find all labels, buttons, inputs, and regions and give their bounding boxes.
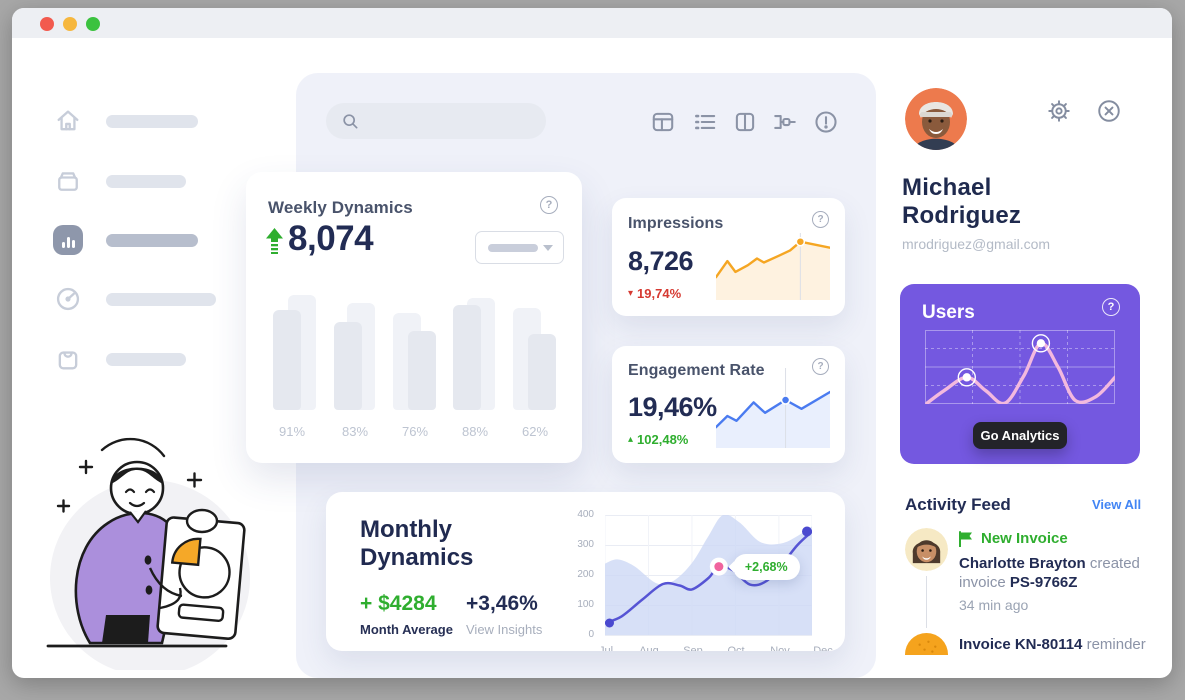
y-tick: 0 bbox=[564, 628, 594, 642]
month-average-label: Month Average bbox=[360, 622, 453, 637]
impressions-sparkline bbox=[716, 233, 830, 300]
nav-label-placeholder bbox=[106, 234, 198, 247]
sidebar-item-home[interactable] bbox=[52, 105, 198, 137]
activity-invoice-id: PS-9766Z bbox=[1010, 574, 1078, 591]
profile-last-name: Rodriguez bbox=[902, 202, 1021, 230]
columns-icon[interactable] bbox=[732, 109, 758, 135]
weekly-bars-chart: 91% 83% 76% 88% 62% bbox=[246, 172, 582, 463]
merge-flow-icon[interactable] bbox=[772, 109, 798, 135]
profile-first-name: Michael bbox=[902, 174, 991, 202]
impressions-delta: 19,74% bbox=[637, 286, 681, 301]
x-tick: Sep bbox=[676, 645, 710, 651]
sidebar-item-performance[interactable] bbox=[52, 283, 216, 315]
month-average-value: + $4284 bbox=[360, 592, 437, 616]
profile-avatar[interactable] bbox=[905, 88, 967, 150]
search-bar[interactable] bbox=[326, 103, 546, 139]
card-title: Users bbox=[922, 302, 975, 324]
y-tick: 400 bbox=[564, 508, 594, 522]
flag-icon bbox=[959, 531, 973, 547]
bar bbox=[334, 322, 362, 410]
engagement-delta: 102,48% bbox=[637, 432, 688, 447]
users-card: Users ? Go Analytics bbox=[900, 284, 1140, 464]
help-icon[interactable]: ? bbox=[812, 211, 829, 228]
activity-badge: New Invoice bbox=[981, 530, 1068, 547]
y-tick: 200 bbox=[564, 568, 594, 582]
nav-label-placeholder bbox=[106, 353, 186, 366]
close-circle-icon[interactable] bbox=[1096, 98, 1122, 124]
engagement-rate-card: Engagement Rate ? 19,46% ▴102,48% bbox=[612, 346, 845, 463]
bar bbox=[273, 310, 301, 410]
settings-gear-icon[interactable] bbox=[1046, 98, 1072, 124]
bar bbox=[528, 334, 556, 410]
activity-timestamp: 34 min ago bbox=[959, 597, 1028, 613]
impressions-value: 8,726 bbox=[628, 246, 693, 277]
nav-label-placeholder bbox=[106, 293, 216, 306]
search-icon bbox=[340, 111, 360, 131]
view-all-link[interactable]: View All bbox=[1092, 497, 1141, 512]
card-title: Impressions bbox=[628, 215, 723, 233]
x-tick: Aug bbox=[632, 645, 666, 651]
y-tick: 100 bbox=[564, 598, 594, 612]
sidebar-item-shop[interactable] bbox=[52, 343, 186, 375]
go-analytics-button[interactable]: Go Analytics bbox=[973, 422, 1067, 449]
x-tick: Dec bbox=[806, 645, 840, 651]
down-triangle-icon: ▾ bbox=[628, 288, 633, 299]
window-titlebar bbox=[12, 8, 1172, 38]
bar bbox=[453, 305, 481, 410]
close-button[interactable] bbox=[40, 17, 54, 31]
x-tick: Nov bbox=[763, 645, 797, 651]
timeline-connector bbox=[926, 576, 927, 628]
up-triangle-icon: ▴ bbox=[628, 434, 633, 445]
bar-percentage-label: 83% bbox=[333, 424, 377, 439]
sidebar-item-analytics[interactable] bbox=[52, 224, 198, 256]
users-wave-chart bbox=[925, 330, 1115, 404]
engagement-sparkline bbox=[716, 368, 830, 448]
bar-percentage-label: 88% bbox=[453, 424, 497, 439]
bar-chart-icon bbox=[52, 224, 84, 256]
view-insights-link[interactable]: View Insights bbox=[466, 622, 542, 637]
activity-avatar bbox=[905, 528, 948, 571]
sidebar-item-archive[interactable] bbox=[52, 165, 186, 197]
help-icon[interactable]: ? bbox=[1102, 298, 1120, 316]
minimize-button[interactable] bbox=[63, 17, 77, 31]
datapoint-tooltip: +2,68% bbox=[733, 554, 800, 580]
nav-label-placeholder bbox=[106, 115, 198, 128]
nav-label-placeholder bbox=[106, 175, 186, 188]
activity-avatar bbox=[905, 633, 948, 655]
card-title-line2: Dynamics bbox=[360, 544, 473, 572]
zoom-button[interactable] bbox=[86, 17, 100, 31]
bar bbox=[408, 331, 436, 410]
x-tick: Oct bbox=[719, 645, 753, 651]
desktop-background: Weekly Dynamics ? 8,074 91%83%76%88%62% … bbox=[0, 0, 1185, 700]
insights-value: +3,46% bbox=[466, 592, 538, 616]
home-icon bbox=[52, 105, 84, 137]
profile-email: mrodriguez@gmail.com bbox=[902, 236, 1050, 252]
activity-actor: Charlotte Brayton bbox=[959, 555, 1086, 572]
activity-object-prefix: invoice bbox=[959, 574, 1006, 591]
activity-action: created bbox=[1090, 555, 1140, 572]
bar-percentage-label: 62% bbox=[513, 424, 557, 439]
impressions-card: Impressions ? 8,726 ▾ 19,74% bbox=[612, 198, 845, 316]
app-window: Weekly Dynamics ? 8,074 91%83%76%88%62% … bbox=[12, 8, 1172, 678]
bar-percentage-label: 76% bbox=[393, 424, 437, 439]
card-title-line1: Monthly bbox=[360, 516, 473, 544]
archive-box-icon bbox=[52, 165, 84, 197]
activity-invoice-id: Invoice KN-80114 bbox=[959, 636, 1082, 653]
y-tick: 300 bbox=[564, 538, 594, 552]
search-input[interactable] bbox=[360, 112, 546, 130]
weekly-dynamics-card: Weekly Dynamics ? 8,074 91%83%76%88%62% bbox=[246, 172, 582, 463]
activity-action: reminder bbox=[1087, 636, 1146, 653]
person-chart-illustration bbox=[30, 408, 270, 670]
activity-feed-title: Activity Feed bbox=[905, 495, 1011, 515]
list-view-icon[interactable] bbox=[692, 109, 718, 135]
x-tick: Jul bbox=[589, 645, 623, 651]
engagement-value: 19,46% bbox=[628, 392, 717, 423]
shopping-bag-icon bbox=[52, 343, 84, 375]
monthly-dynamics-card: Monthly Dynamics + $4284 Month Average +… bbox=[326, 492, 845, 651]
bar-percentage-label: 91% bbox=[270, 424, 314, 439]
gauge-icon bbox=[52, 283, 84, 315]
alert-circle-icon[interactable] bbox=[813, 109, 839, 135]
table-grid-icon[interactable] bbox=[650, 109, 676, 135]
